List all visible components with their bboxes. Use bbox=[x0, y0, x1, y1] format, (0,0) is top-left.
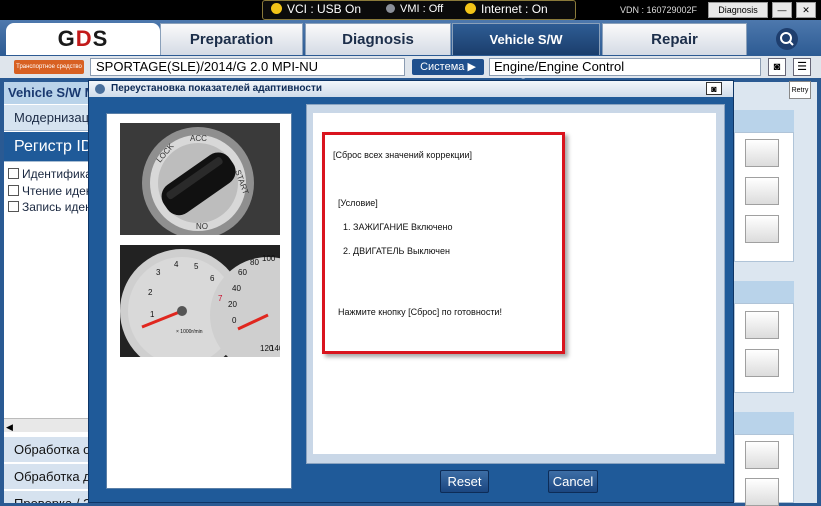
diagnosis-finish-button[interactable]: Diagnosis Finish bbox=[708, 2, 768, 29]
system-field: Engine/Engine Control bbox=[489, 58, 761, 76]
right-panel-button[interactable] bbox=[745, 177, 779, 205]
internet-status: Internet : On bbox=[465, 2, 548, 16]
rpm-tick: 4 bbox=[174, 260, 179, 269]
ignition-label-acc: ACC bbox=[190, 134, 207, 143]
highlight-frame bbox=[322, 132, 565, 354]
minimize-button[interactable]: — bbox=[772, 2, 792, 18]
right-panel-header bbox=[734, 110, 794, 132]
sidebar-item-id-register[interactable]: Регистр ID bbox=[4, 132, 94, 162]
dialog-title: Переустановка показателей адаптивности bbox=[89, 81, 733, 97]
speed-tick: 60 bbox=[238, 268, 247, 277]
camera-icon[interactable]: ◙ bbox=[768, 58, 786, 76]
rpm-tick: 2 bbox=[148, 288, 153, 297]
rpm-tick: 5 bbox=[194, 262, 199, 271]
scroll-left-icon[interactable]: ◀ bbox=[4, 422, 13, 432]
rpm-tick: 3 bbox=[156, 268, 161, 277]
left-panel-header: Vehicle S/W Management bbox=[4, 82, 94, 104]
settings-icon[interactable]: ☰ bbox=[793, 58, 811, 76]
internet-status-label: Internet : On bbox=[481, 2, 548, 16]
sidebar-subitem-label: Идентификация bbox=[22, 167, 92, 181]
search-icon[interactable] bbox=[776, 28, 798, 50]
tab-repair[interactable]: Repair bbox=[602, 23, 747, 55]
vehicle-select-button[interactable]: Транспортное средство bbox=[14, 60, 84, 74]
ignition-switch-image: LOCK ACC START ON bbox=[120, 123, 280, 235]
message-condition-ignition: 1. ЗАЖИГАНИЕ Включено bbox=[343, 222, 453, 232]
sidebar-bottom-item[interactable]: Обработка дан bbox=[4, 463, 94, 489]
cancel-button[interactable]: Cancel bbox=[548, 470, 598, 493]
system-button[interactable]: Система ▶ bbox=[412, 59, 484, 75]
right-panel-button[interactable] bbox=[745, 311, 779, 339]
right-panel-header bbox=[734, 412, 794, 434]
dialog-app-icon bbox=[95, 84, 105, 94]
sidebar-subitem[interactable]: Идентификация bbox=[8, 167, 92, 181]
sidebar-subitem-label: Запись идентификатора bbox=[22, 200, 92, 214]
document-icon bbox=[8, 185, 19, 196]
vehicle-model-field: SPORTAGE(SLE)/2014/G 2.0 MPI-NU bbox=[90, 58, 405, 76]
message-condition-engine: 2. ДВИГАТЕЛЬ Выключен bbox=[343, 246, 450, 256]
right-panel-button[interactable] bbox=[745, 139, 779, 167]
tab-diagnosis[interactable]: Diagnosis bbox=[305, 23, 451, 55]
sidebar-subitem[interactable]: Запись идентификатора bbox=[8, 200, 92, 214]
sidebar-bottom-item[interactable]: Проверка / З bbox=[4, 490, 94, 503]
rpm-unit-label: × 1000r/min bbox=[176, 329, 203, 335]
speed-tick: 0 bbox=[232, 316, 237, 325]
tab-vehicle-sw-management[interactable]: Vehicle S/W Management bbox=[452, 23, 600, 79]
sidebar-item-modernization[interactable]: Модернизация bbox=[4, 105, 94, 131]
speed-tick: 40 bbox=[232, 284, 241, 293]
document-icon bbox=[8, 201, 19, 212]
right-panel-button[interactable] bbox=[745, 441, 779, 469]
logo-letter-s: S bbox=[92, 26, 109, 51]
vci-status: VCI : USB On bbox=[271, 2, 361, 16]
dashboard-gauge-image: 1 2 3 4 5 6 7 0 20 40 60 80 100 120 140 … bbox=[120, 245, 280, 357]
chevron-right-icon: ▶ bbox=[467, 61, 476, 73]
vmi-status: VMI : Off bbox=[386, 3, 443, 15]
speed-tick: 140 bbox=[270, 344, 280, 353]
right-panel-button[interactable] bbox=[745, 349, 779, 377]
sidebar-bottom-item[interactable]: Обработка о bbox=[4, 436, 94, 462]
speed-tick: 80 bbox=[250, 258, 259, 267]
sidebar-subitem[interactable]: Чтение идентификатора bbox=[8, 184, 92, 198]
vmi-status-label: VMI : Off bbox=[400, 3, 444, 15]
right-panel-button[interactable] bbox=[745, 215, 779, 243]
retry-button[interactable]: Retry bbox=[789, 81, 811, 99]
vci-status-label: VCI : USB On bbox=[287, 2, 362, 16]
close-button[interactable]: ✕ bbox=[796, 2, 816, 18]
message-prompt: Нажмите кнопку [Сброс] по готовности! bbox=[338, 307, 502, 317]
right-panel-button[interactable] bbox=[745, 478, 779, 506]
speed-tick: 20 bbox=[228, 300, 237, 309]
vmi-led-icon bbox=[386, 4, 395, 13]
system-button-label: Система bbox=[420, 61, 465, 73]
screenshot-camera-icon[interactable]: ◙ bbox=[706, 82, 722, 95]
horizontal-scrollbar[interactable]: ◀ bbox=[4, 418, 94, 432]
vdn-label: VDN : 160729002F bbox=[620, 5, 698, 15]
rpm-tick: 7 bbox=[218, 294, 223, 303]
internet-led-icon bbox=[465, 3, 476, 14]
ignition-label-on: ON bbox=[196, 221, 208, 230]
reset-button[interactable]: Reset bbox=[440, 470, 489, 493]
message-condition-heading: [Условие] bbox=[338, 198, 378, 208]
sidebar-subitem-label: Чтение идентификатора bbox=[22, 184, 92, 198]
gds-logo: GDS bbox=[6, 23, 160, 55]
logo-letter-d: D bbox=[75, 26, 93, 51]
rpm-tick: 1 bbox=[150, 310, 155, 319]
speed-tick: 100 bbox=[262, 254, 276, 263]
logo-letter-g: G bbox=[57, 26, 76, 51]
right-panel-header bbox=[734, 281, 794, 303]
rpm-tick: 6 bbox=[210, 274, 215, 283]
message-title: [Сброс всех значений коррекции] bbox=[333, 150, 472, 160]
document-icon bbox=[8, 168, 19, 179]
vci-led-icon bbox=[271, 3, 282, 14]
tab-preparation[interactable]: Preparation bbox=[160, 23, 303, 55]
